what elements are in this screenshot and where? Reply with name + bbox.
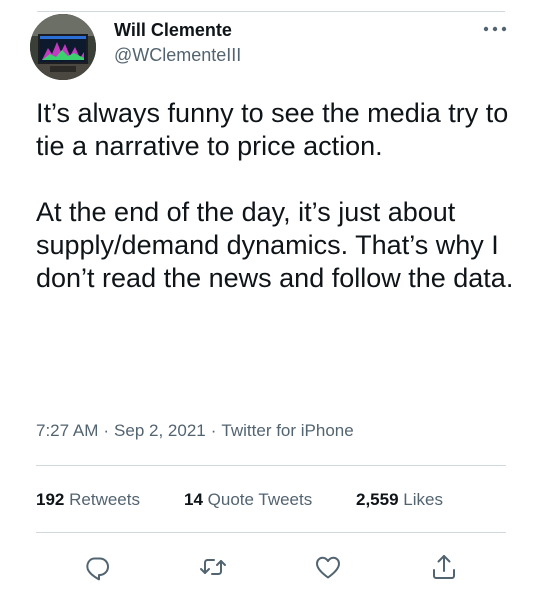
retweets-label: Retweets	[69, 490, 140, 509]
like-button[interactable]	[313, 552, 343, 582]
author-handle[interactable]: @WClementeIII	[114, 45, 241, 66]
author-name[interactable]: Will Clemente	[114, 20, 232, 41]
tweet-paragraph: At the end of the day, it’s just about s…	[36, 197, 514, 293]
tweet-metadata: 7:27 AM · Sep 2, 2021 · Twitter for iPhone	[36, 421, 354, 441]
tweet-date[interactable]: Sep 2, 2021	[114, 421, 206, 441]
share-icon	[433, 555, 455, 579]
share-button[interactable]	[429, 552, 459, 582]
more-options-button[interactable]	[478, 18, 512, 40]
tweet-time[interactable]: 7:27 AM	[36, 421, 98, 441]
avatar[interactable]	[30, 14, 96, 80]
meta-separator: ·	[103, 421, 110, 440]
tweet-text: It’s always funny to see the media try t…	[36, 97, 516, 295]
more-icon	[483, 26, 507, 32]
likes-label: Likes	[403, 490, 443, 509]
retweets-stat[interactable]: 192 Retweets	[36, 490, 140, 510]
quote-tweets-label: Quote Tweets	[207, 490, 313, 509]
avatar-image	[30, 14, 96, 80]
meta-separator: ·	[210, 421, 217, 440]
tweet-source[interactable]: Twitter for iPhone	[221, 421, 353, 441]
retweets-count: 192	[36, 490, 65, 509]
divider	[36, 532, 506, 533]
divider	[36, 465, 506, 466]
tweet-paragraph: It’s always funny to see the media try t…	[36, 98, 509, 161]
quote-tweets-count: 14	[184, 490, 203, 509]
top-divider	[37, 11, 505, 12]
likes-count: 2,559	[356, 490, 399, 509]
reply-button[interactable]	[82, 552, 112, 582]
retweet-button[interactable]	[198, 552, 228, 582]
reply-icon	[86, 557, 109, 581]
quote-tweets-stat[interactable]: 14 Quote Tweets	[184, 490, 312, 510]
likes-stat[interactable]: 2,559 Likes	[356, 490, 443, 510]
like-icon	[316, 556, 340, 579]
retweet-icon	[200, 559, 226, 575]
